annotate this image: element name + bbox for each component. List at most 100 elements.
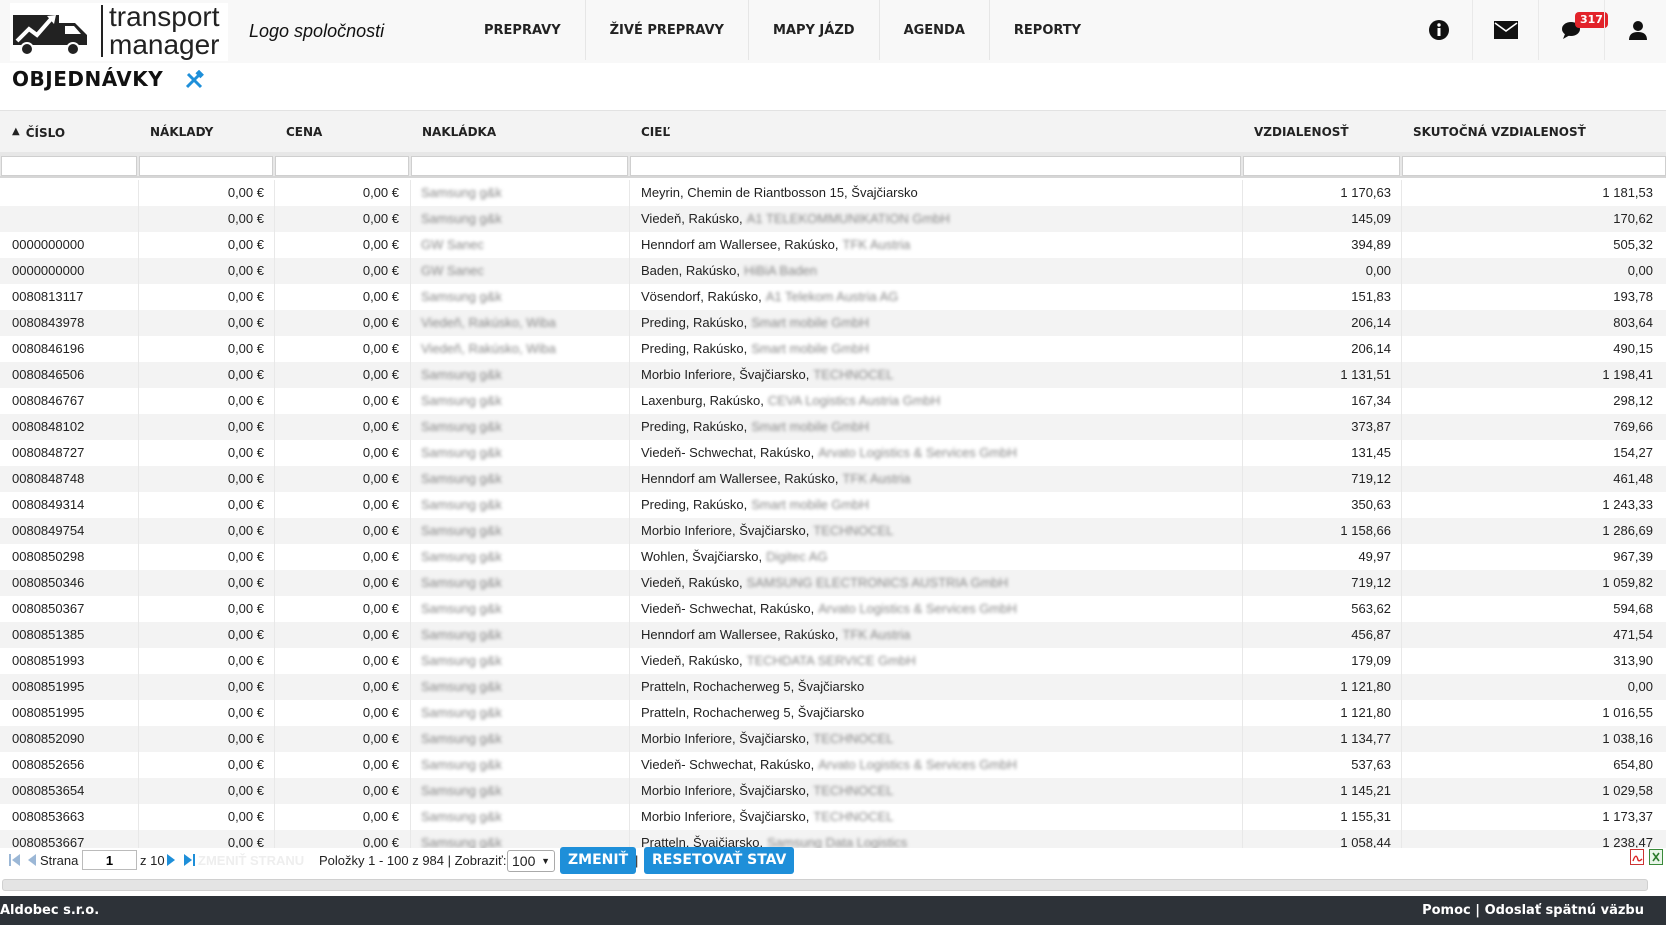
- logo-line-1: transport: [109, 1, 220, 32]
- cell-vzd: 563,62: [1351, 601, 1391, 616]
- col-header-naklady[interactable]: NÁKLADY: [150, 111, 213, 153]
- cell-nakladka: Samsung g&k: [421, 185, 502, 200]
- column-separator: [629, 310, 630, 336]
- notifications-button[interactable]: 317: [1538, 0, 1608, 60]
- app-logo[interactable]: transport manager: [10, 3, 228, 61]
- table-row[interactable]: 0080846506 0,00 € 0,00 € Samsung g&k Morbio …: [0, 362, 1666, 388]
- nav-prepravy[interactable]: PREPRAVY: [460, 0, 586, 60]
- filter-naklady-input[interactable]: [139, 156, 273, 176]
- table-row[interactable]: 0,00 € 0,00 € Samsung g&k Viedeň, Rakúsko, A…: [0, 206, 1666, 232]
- filter-cena-input[interactable]: [275, 156, 409, 176]
- filter-ciel-input[interactable]: [630, 156, 1241, 176]
- cell-cislo: 0080851993: [12, 653, 85, 668]
- table-row[interactable]: 0080853654 0,00 € 0,00 € Samsung g&k Morbio …: [0, 778, 1666, 804]
- table-row[interactable]: 0080852656 0,00 € 0,00 € Samsung g&k Viedeň-…: [0, 752, 1666, 778]
- nav-zive-prepravy[interactable]: ŽIVÉ PREPRAVY: [586, 0, 749, 60]
- messages-button[interactable]: [1472, 0, 1538, 60]
- column-separator: [629, 232, 630, 258]
- settings-tools-button[interactable]: [184, 69, 204, 94]
- table-row[interactable]: 0080851385 0,00 € 0,00 € Samsung g&k Henndor…: [0, 622, 1666, 648]
- col-header-cena[interactable]: CENA: [286, 111, 322, 153]
- column-separator: [410, 336, 411, 362]
- table-row[interactable]: 0080848102 0,00 € 0,00 € Samsung g&k Preding…: [0, 414, 1666, 440]
- table-row[interactable]: 0080851995 0,00 € 0,00 € Samsung g&k Prattel…: [0, 700, 1666, 726]
- table-row[interactable]: 0080843978 0,00 € 0,00 € Viedeň, Rakúsko, W…: [0, 310, 1666, 336]
- cell-vzd: 1 131,51: [1340, 367, 1391, 382]
- table-row[interactable]: 0080851993 0,00 € 0,00 € Samsung g&k Viedeň,…: [0, 648, 1666, 674]
- cell-naklady: 0,00 €: [227, 705, 264, 720]
- table-row[interactable]: 0080852090 0,00 € 0,00 € Samsung g&k Morbio …: [0, 726, 1666, 752]
- cell-cislo: [12, 180, 132, 206]
- logo-divider: [101, 5, 103, 57]
- table-row[interactable]: 0080848727 0,00 € 0,00 € Samsung g&k Viedeň-…: [0, 440, 1666, 466]
- cell-vzd: 1 121,80: [1340, 705, 1391, 720]
- table-row[interactable]: 0000000000 0,00 € 0,00 € GW Sanec Henndorf a…: [0, 232, 1666, 258]
- excel-export-icon[interactable]: [1649, 849, 1663, 865]
- feedback-link[interactable]: Odoslať spätnú väzbu: [1485, 903, 1644, 918]
- cell-ciel: Preding, Rakúsko, Smart mobile GmbH: [641, 492, 1241, 518]
- filter-nakladka-input[interactable]: [411, 156, 628, 176]
- col-header-cislo[interactable]: ▲ ČÍSLO: [12, 111, 65, 153]
- table-row[interactable]: 0080846767 0,00 € 0,00 € Samsung g&k Laxenbu…: [0, 388, 1666, 414]
- cell-ciel: Viedeň- Schwechat, Rakúsko, Arvato Logist…: [641, 440, 1241, 466]
- footer-company: Aldobec s.r.o.: [0, 903, 100, 918]
- table-row[interactable]: 0080813117 0,00 € 0,00 € Samsung g&k Vösendo…: [0, 284, 1666, 310]
- col-header-skutocna-vzdialenost[interactable]: SKUTOČNÁ VZDIALENOSŤ: [1413, 111, 1586, 153]
- table-row[interactable]: 0000000000 0,00 € 0,00 € GW Sanec Baden, Rak…: [0, 258, 1666, 284]
- cell-nakladka: Samsung g&k: [421, 757, 502, 772]
- col-header-nakladka[interactable]: NAKLÁDKA: [422, 111, 496, 153]
- nav-reporty[interactable]: REPORTY: [990, 0, 1105, 60]
- cell-vzd: 456,87: [1351, 627, 1391, 642]
- page-size-select[interactable]: 100 ▼: [507, 850, 555, 872]
- table-row[interactable]: 0080849754 0,00 € 0,00 € Samsung g&k Morbio …: [0, 518, 1666, 544]
- cell-naklady: 0,00 €: [227, 289, 264, 304]
- pdf-export-icon[interactable]: [1630, 849, 1644, 865]
- table-row[interactable]: 0080850367 0,00 € 0,00 € Samsung g&k Viedeň-…: [0, 596, 1666, 622]
- table-row[interactable]: 0080846196 0,00 € 0,00 € Viedeň, Rakúsko, W…: [0, 336, 1666, 362]
- table-row[interactable]: 0080850298 0,00 € 0,00 € Samsung g&k Wohlen,…: [0, 544, 1666, 570]
- logo-text: transport manager: [109, 3, 220, 59]
- horizontal-scrollbar[interactable]: [2, 879, 1648, 891]
- cell-ciel-company: Arvato Logistics & Services GmbH: [818, 445, 1017, 460]
- page-number-input[interactable]: [82, 850, 137, 870]
- filter-skutocna-vzdialenost-input[interactable]: [1402, 156, 1666, 176]
- prev-page-icon[interactable]: [27, 854, 37, 866]
- nav-mapy-jazd[interactable]: MAPY JÁZD: [749, 0, 880, 60]
- filter-cislo-input[interactable]: [1, 156, 137, 176]
- pager: Strana z 10 ZMENIŤ STRANU Položky 1 - 10…: [0, 846, 1666, 876]
- change-button[interactable]: ZMENIŤ: [560, 847, 637, 874]
- user-button[interactable]: [1604, 0, 1666, 60]
- column-separator: [410, 388, 411, 414]
- cell-vzd: 0,00: [1365, 263, 1391, 278]
- page-size-value: 100: [512, 853, 536, 869]
- help-link[interactable]: Pomoc: [1422, 903, 1471, 918]
- cell-vzd: 179,09: [1351, 653, 1391, 668]
- filter-row: [0, 152, 1666, 178]
- first-page-icon[interactable]: [9, 854, 21, 866]
- cell-skut: 490,15: [1613, 341, 1653, 356]
- cell-ciel-place: Viedeň- Schwechat, Rakúsko,: [641, 601, 815, 616]
- info-button[interactable]: [1406, 0, 1472, 60]
- cell-cena: 0,00 €: [362, 601, 399, 616]
- table-row[interactable]: 0080850346 0,00 € 0,00 € Samsung g&k Viedeň,…: [0, 570, 1666, 596]
- table-row[interactable]: 0,00 € 0,00 € Samsung g&k Meyrin, Chemin de…: [0, 180, 1666, 206]
- table-row[interactable]: 0080853663 0,00 € 0,00 € Samsung g&k Morbio …: [0, 804, 1666, 830]
- col-header-ciel[interactable]: CIEĽ: [641, 111, 670, 153]
- footer-separator: |: [1475, 903, 1481, 918]
- cell-naklady: 0,00 €: [227, 393, 264, 408]
- next-page-icon[interactable]: [166, 854, 176, 866]
- col-header-vzdialenost[interactable]: VZDIALENOSŤ: [1254, 111, 1349, 153]
- table-row[interactable]: 0080849314 0,00 € 0,00 € Samsung g&k Preding…: [0, 492, 1666, 518]
- cell-cislo: 0080850367: [12, 601, 85, 616]
- cell-cislo: 0000000000: [12, 263, 85, 278]
- cell-vzd: 145,09: [1351, 211, 1391, 226]
- cell-ciel-place: Henndorf am Wallersee, Rakúsko,: [641, 627, 839, 642]
- table-row[interactable]: 0080851995 0,00 € 0,00 € Samsung g&k Prattel…: [0, 674, 1666, 700]
- reset-state-button[interactable]: RESETOVAŤ STAV: [644, 847, 795, 874]
- last-page-icon[interactable]: [183, 854, 195, 866]
- cell-ciel: Pratteln, Rochacherweg 5, Švajčiarsko: [641, 674, 1241, 700]
- table-row[interactable]: 0080848748 0,00 € 0,00 € Samsung g&k Henndor…: [0, 466, 1666, 492]
- filter-vzdialenost-input[interactable]: [1243, 156, 1400, 176]
- nav-agenda[interactable]: AGENDA: [880, 0, 990, 60]
- cell-ciel-company: TFK Austria: [842, 627, 911, 642]
